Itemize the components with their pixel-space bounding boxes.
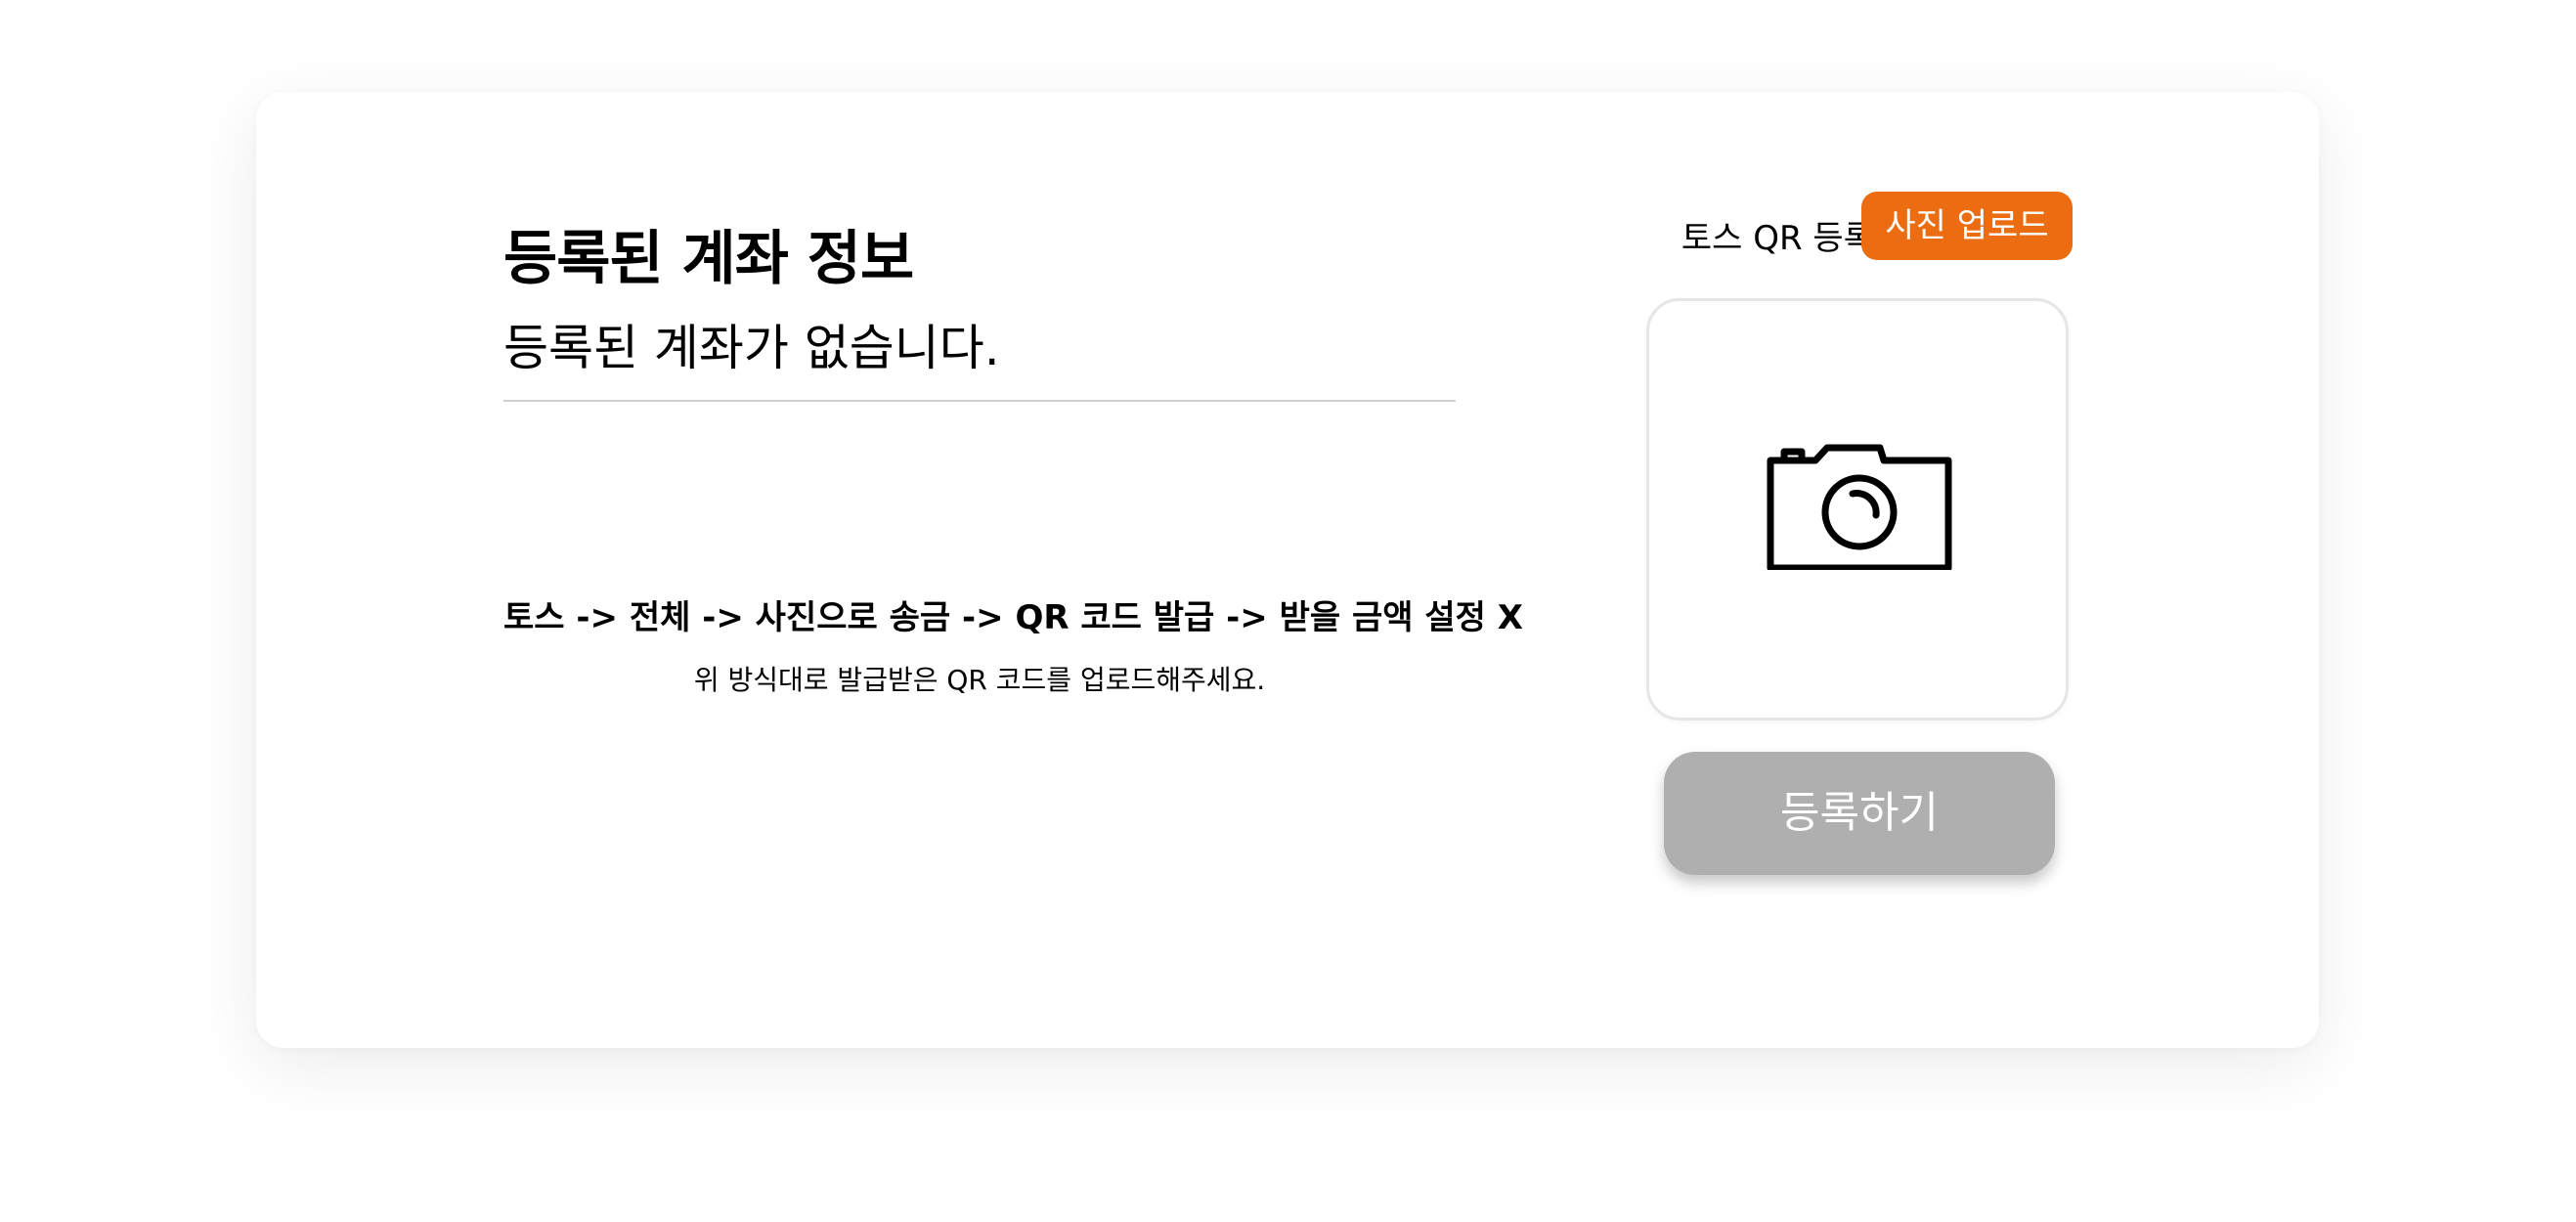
account-card: 등록된 계좌 정보 등록된 계좌가 없습니다. 토스 -> 전체 -> 사진으로… [256,92,2319,1048]
photo-upload-button[interactable]: 사진 업로드 [1861,192,2073,260]
qr-photo-dropzone[interactable] [1646,298,2069,720]
toss-qr-register-text: 토스 QR 등록 [1681,219,1874,258]
instruction-note: 위 방식대로 발급받은 QR 코드를 업로드해주세요. [693,664,1266,696]
instruction-steps: 토스 -> 전체 -> 사진으로 송금 -> QR 코드 발급 -> 받을 금액… [503,598,1524,637]
page-title: 등록된 계좌 정보 [503,225,914,293]
divider [503,400,1456,402]
register-button[interactable]: 등록하기 [1664,752,2055,875]
camera-icon [1767,444,1952,570]
empty-account-message: 등록된 계좌가 없습니다. [503,320,1000,376]
